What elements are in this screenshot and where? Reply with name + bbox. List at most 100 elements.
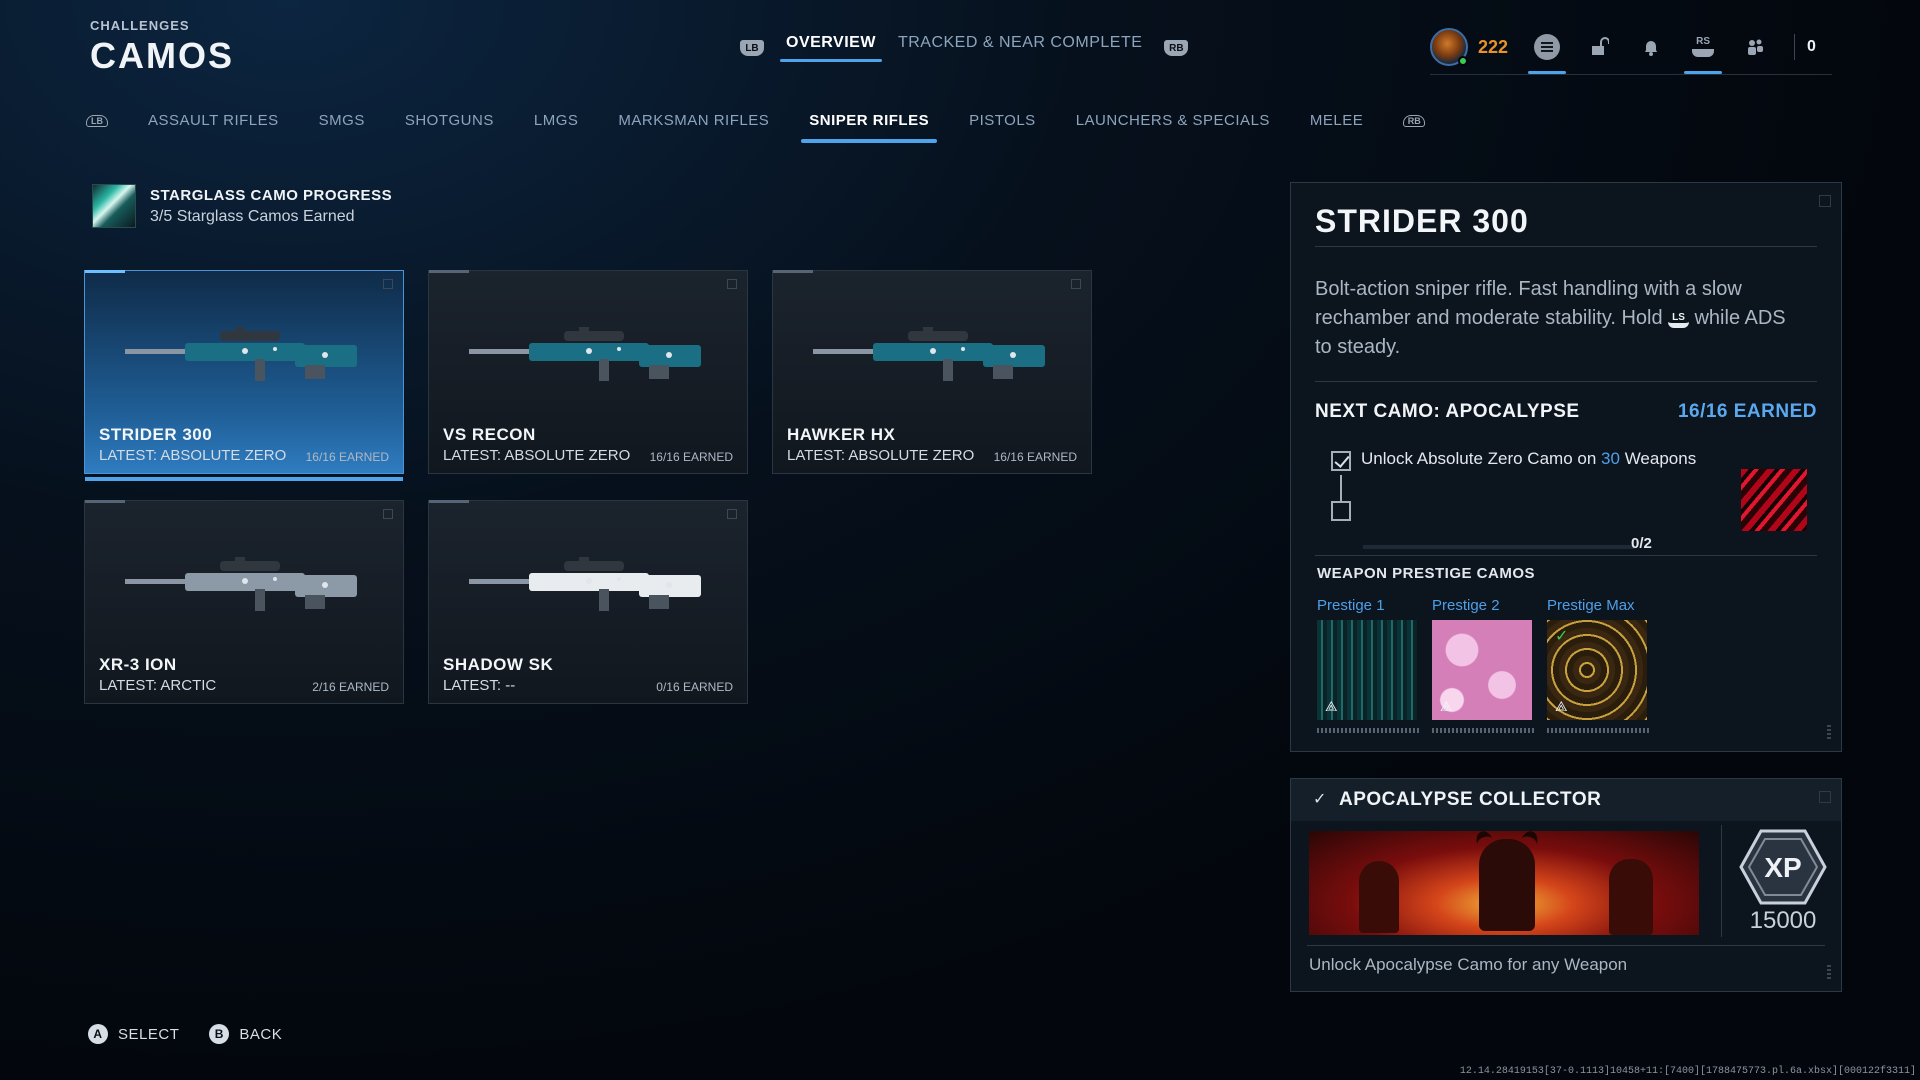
prestige-camo-image: ✓ ⟁ xyxy=(1547,620,1647,720)
menu-list-icon[interactable] xyxy=(1528,34,1567,74)
tab-melee[interactable]: MELEE xyxy=(1310,112,1363,143)
artwork-figure-left xyxy=(1359,861,1399,933)
status-divider xyxy=(1794,34,1796,60)
weapon-name: SHADOW SK xyxy=(443,655,554,674)
card-corner-icon xyxy=(383,509,393,519)
reward-description: Unlock Apocalypse Camo for any Weapon xyxy=(1309,955,1628,974)
task-text-b: Weapons xyxy=(1624,449,1697,468)
weapon-detail-panel: STRIDER 300 Bolt-action sniper rifle. Fa… xyxy=(1290,182,1842,752)
tab-smgs[interactable]: SMGS xyxy=(319,112,365,143)
reward-title: APOCALYPSE COLLECTOR xyxy=(1339,789,1602,810)
tab-sniper-rifles[interactable]: SNIPER RIFLES xyxy=(801,112,937,143)
weapon-image xyxy=(469,327,701,381)
apocalypse-camo-swatch xyxy=(1741,469,1807,531)
xp-badge-icon: XP xyxy=(1739,829,1827,905)
weapon-image xyxy=(125,557,357,611)
rs-label: RS xyxy=(1696,36,1710,47)
panel-grip-icon xyxy=(1827,965,1831,981)
card-corner-icon xyxy=(727,509,737,519)
prestige-camo-1[interactable]: Prestige 1 ⟁ xyxy=(1317,597,1419,733)
weapon-description: Bolt-action sniper rifle. Fast handling … xyxy=(1315,275,1795,362)
unlock-icon[interactable] xyxy=(1586,34,1612,60)
rb-bumper-icon[interactable]: RB xyxy=(1164,40,1189,56)
reward-header: ✓ APOCALYPSE COLLECTOR xyxy=(1291,779,1841,821)
weapon-image xyxy=(469,557,701,611)
ls-stick-icon: LS xyxy=(1668,313,1689,328)
prestige-camos-title: WEAPON PRESTIGE CAMOS xyxy=(1317,565,1536,582)
prestige-camo-image: ⟁ xyxy=(1317,620,1417,720)
completed-check-icon: ✓ xyxy=(1313,791,1327,808)
card-top-accent xyxy=(85,270,125,273)
back-label: BACK xyxy=(239,1025,283,1043)
reward-divider xyxy=(1307,945,1825,946)
footer-controls: A SELECT B BACK xyxy=(88,1024,282,1044)
task-count: 30 xyxy=(1601,449,1620,468)
prestige-progress-bar xyxy=(1547,728,1649,733)
tab-pistols[interactable]: PISTOLS xyxy=(969,112,1036,143)
card-top-accent xyxy=(429,270,469,273)
weapon-card[interactable]: HAWKER HX LATEST: ABSOLUTE ZERO 16/16 EARN… xyxy=(772,270,1092,474)
weapon-card[interactable]: XR-3 ION LATEST: ARCTIC 2/16 EARNED xyxy=(84,500,404,704)
xp-value: 15000 xyxy=(1749,907,1817,934)
prestige-label: Prestige 1 xyxy=(1317,597,1385,614)
prestige-progress-bar xyxy=(1432,728,1534,733)
weapon-earned-count: 0/16 EARNED xyxy=(656,680,733,694)
friends-icon[interactable] xyxy=(1742,34,1768,60)
prestige-label: Prestige Max xyxy=(1547,597,1635,614)
weapon-name: STRIDER 300 xyxy=(99,425,213,444)
progress-title: STARGLASS CAMO PROGRESS xyxy=(150,186,393,204)
weapon-name: XR-3 ION xyxy=(99,655,177,674)
card-corner-icon xyxy=(1071,279,1081,289)
tab-marksman-rifles[interactable]: MARKSMAN RIFLES xyxy=(618,112,769,143)
prestige-lock-icon: ⟁ xyxy=(1325,698,1338,714)
detail-divider xyxy=(1315,246,1817,247)
weapon-image xyxy=(125,327,357,381)
task-checkbox-checked xyxy=(1331,451,1351,471)
bell-icon[interactable] xyxy=(1638,34,1664,60)
xp-label: XP xyxy=(1764,852,1801,883)
panel-corner-icon xyxy=(1819,791,1831,803)
task-text-a: Unlock Absolute Zero Camo on xyxy=(1361,449,1597,468)
detail-weapon-name: STRIDER 300 xyxy=(1315,203,1529,239)
card-corner-icon xyxy=(727,279,737,289)
weapon-latest-camo: LATEST: ARCTIC xyxy=(99,677,217,694)
weapon-card[interactable]: VS RECON LATEST: ABSOLUTE ZERO 16/16 EARNE… xyxy=(428,270,748,474)
prestige-camo-max[interactable]: Prestige Max ✓ ⟁ xyxy=(1547,597,1649,733)
prestige-progress-bar xyxy=(1317,728,1419,733)
task-connector-line xyxy=(1340,475,1342,501)
status-bar: 222 RS 0 xyxy=(1430,28,1816,74)
back-button[interactable]: B BACK xyxy=(209,1024,282,1044)
tab-launchers-specials[interactable]: LAUNCHERS & SPECIALS xyxy=(1076,112,1270,143)
lb-category-icon[interactable]: LB xyxy=(86,114,108,127)
weapon-earned-count: 2/16 EARNED xyxy=(312,680,389,694)
weapon-latest-camo: LATEST: -- xyxy=(443,677,516,694)
player-emblem-avatar[interactable] xyxy=(1430,28,1468,66)
a-button-icon: A xyxy=(88,1024,108,1044)
weapon-card[interactable]: STRIDER 300 LATEST: ABSOLUTE ZERO 16/16 EA… xyxy=(84,270,404,481)
prestige-camo-2[interactable]: Prestige 2 ⟁ xyxy=(1432,597,1534,733)
tab-shotguns[interactable]: SHOTGUNS xyxy=(405,112,494,143)
tab-assault-rifles[interactable]: ASSAULT RIFLES xyxy=(148,112,279,143)
completed-check-icon: ✓ xyxy=(1555,628,1569,645)
rb-category-icon[interactable]: RB xyxy=(1403,114,1426,127)
weapon-card[interactable]: SHADOW SK LATEST: -- 0/16 EARNED xyxy=(428,500,748,704)
weapon-latest-camo: LATEST: ABSOLUTE ZERO xyxy=(443,447,631,464)
section-kicker: CHALLENGES xyxy=(90,18,190,33)
challenge-task: Unlock Absolute Zero Camo on 30 Weapons xyxy=(1361,449,1696,469)
select-button[interactable]: A SELECT xyxy=(88,1024,179,1044)
rs-stick-icon[interactable]: RS xyxy=(1684,34,1723,74)
next-camo-earned: 16/16 EARNED xyxy=(1677,401,1817,422)
tab-lmgs[interactable]: LMGS xyxy=(534,112,579,143)
status-underline xyxy=(1430,74,1832,75)
tab-overview[interactable]: OVERVIEW xyxy=(780,34,882,62)
reward-artwork xyxy=(1309,831,1699,935)
task-progress-bar xyxy=(1363,545,1635,549)
prestige-lock-icon: ⟁ xyxy=(1555,698,1568,714)
card-corner-icon xyxy=(383,279,393,289)
detail-divider xyxy=(1315,555,1817,556)
lb-bumper-icon[interactable]: LB xyxy=(740,40,764,56)
tab-tracked-near-complete[interactable]: TRACKED & NEAR COMPLETE xyxy=(898,34,1142,62)
weapon-latest-camo: LATEST: ABSOLUTE ZERO xyxy=(787,447,975,464)
reward-panel: ✓ APOCALYPSE COLLECTOR XP 15000 Unlock A… xyxy=(1290,778,1842,992)
weapon-image xyxy=(813,327,1045,381)
